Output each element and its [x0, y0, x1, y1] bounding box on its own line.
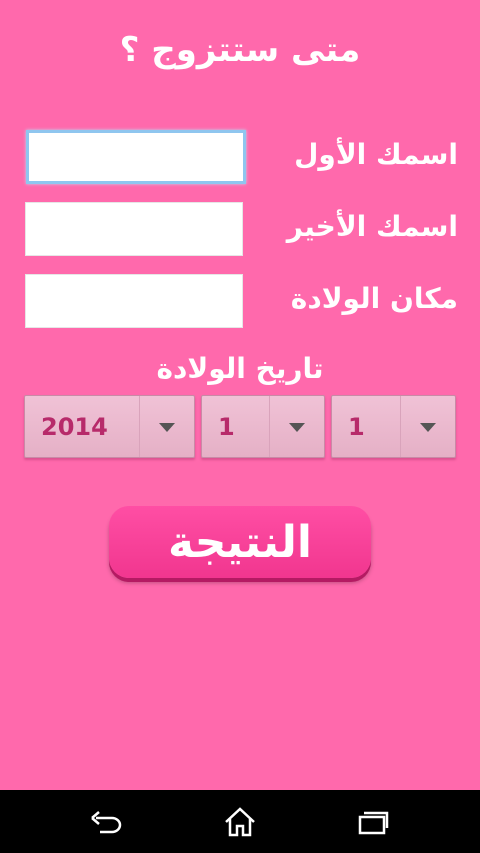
day-value: 1 — [348, 413, 365, 441]
last-name-row: اسمك الأخير — [0, 202, 480, 258]
year-dropdown-arrow-icon — [159, 423, 175, 432]
last-name-input[interactable] — [25, 202, 243, 256]
month-value: 1 — [218, 413, 235, 441]
first-name-input[interactable] — [26, 130, 246, 184]
system-navbar — [0, 790, 480, 853]
birthplace-label: مكان الولادة — [290, 282, 458, 315]
home-icon[interactable] — [220, 804, 260, 840]
last-name-label: اسمك الأخير — [286, 210, 458, 243]
day-dropdown-arrow-icon — [420, 423, 436, 432]
day-spinner-divider — [400, 396, 401, 457]
recent-apps-icon[interactable] — [353, 804, 393, 840]
result-button[interactable]: النتيجة — [109, 506, 371, 578]
year-spinner-divider — [139, 396, 140, 457]
year-value: 2014 — [41, 413, 108, 441]
month-spinner-divider — [269, 396, 270, 457]
month-spinner[interactable]: 1 — [201, 395, 325, 458]
dob-label: تاريخ الولادة — [156, 352, 324, 385]
year-spinner[interactable]: 2014 — [24, 395, 195, 458]
day-spinner[interactable]: 1 — [331, 395, 456, 458]
first-name-row: اسمك الأول — [0, 130, 480, 186]
page-title: متى ستتزوج ؟ — [119, 30, 361, 70]
birthplace-input[interactable] — [25, 274, 243, 328]
first-name-label: اسمك الأول — [294, 138, 458, 171]
birthplace-row: مكان الولادة — [0, 274, 480, 330]
back-icon[interactable] — [87, 804, 127, 840]
month-dropdown-arrow-icon — [289, 423, 305, 432]
app-screen: متى ستتزوج ؟ اسمك الأول اسمك الأخير مكان… — [0, 0, 480, 790]
